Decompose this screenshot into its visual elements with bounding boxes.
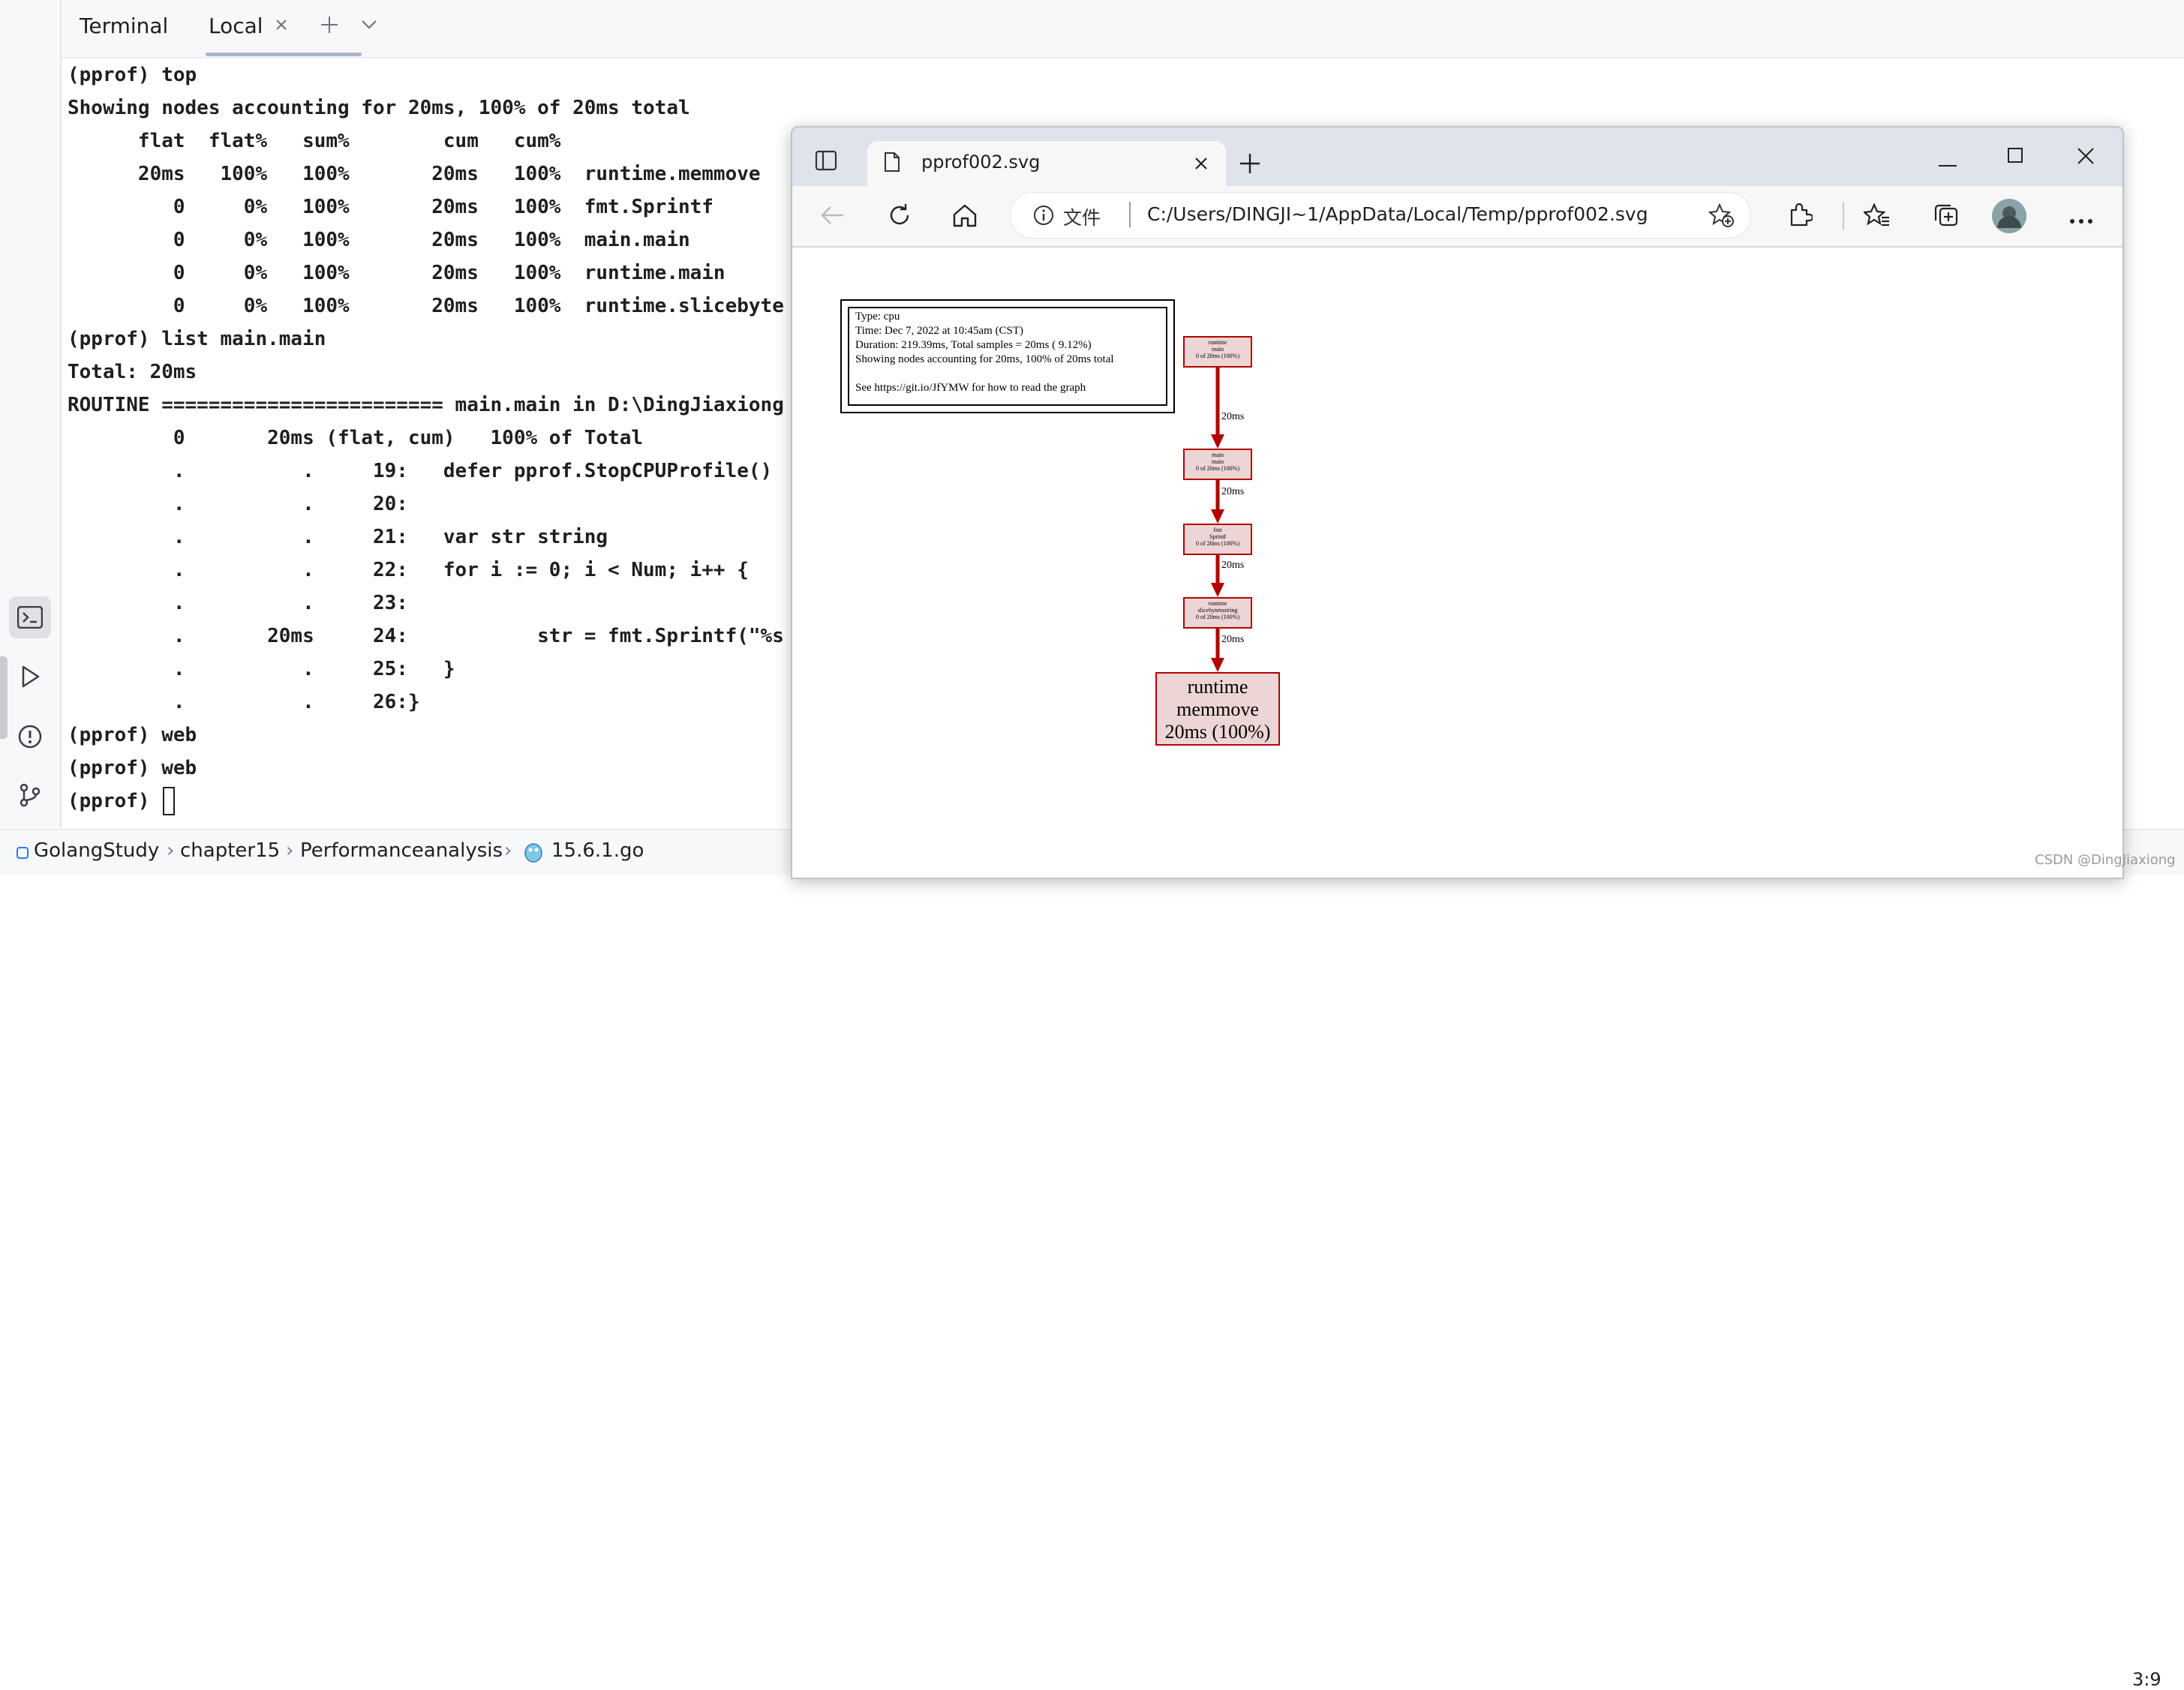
browser-toolbar: 文件 C:/Users/DINGJI~1/AppData/Local/Temp/… bbox=[792, 186, 2122, 248]
breadcrumb-project[interactable]: GolangStudy bbox=[34, 839, 159, 862]
new-tab-icon[interactable] bbox=[1238, 152, 1262, 179]
terminal-line: 0 0% 100% 20ms 100% main.main bbox=[68, 229, 690, 251]
extensions-icon[interactable] bbox=[1787, 203, 1814, 231]
collections-icon[interactable] bbox=[1933, 203, 1960, 231]
go-file-icon bbox=[523, 841, 544, 866]
close-icon[interactable] bbox=[273, 17, 290, 36]
graph-node-runtime-main[interactable]: runtime main 0 of 20ms (100%) bbox=[1183, 336, 1252, 368]
terminal-line: . . 23: bbox=[68, 592, 408, 614]
terminal-cursor[interactable] bbox=[163, 787, 175, 815]
edge-label: 20ms bbox=[1221, 411, 1245, 422]
git-tool-button[interactable] bbox=[9, 774, 51, 816]
terminal-line: 0 0% 100% 20ms 100% runtime.slicebyte bbox=[68, 295, 784, 317]
edge-label: 20ms bbox=[1221, 634, 1245, 645]
terminal-tool-button[interactable] bbox=[9, 596, 51, 638]
maximize-icon[interactable] bbox=[2007, 147, 2023, 167]
terminal-line: flat flat% sum% cum cum% bbox=[68, 130, 561, 152]
cursor-position[interactable]: 3:9 bbox=[2132, 1669, 2161, 1690]
graph-node-runtime-memmove[interactable]: runtime memmove 20ms (100%) bbox=[1155, 672, 1280, 746]
terminal-line: . . 21: var str string bbox=[68, 526, 608, 548]
terminal-line: (pprof) web bbox=[68, 757, 197, 779]
breadcrumb-file[interactable]: 15.6.1.go bbox=[551, 839, 644, 862]
edge-runtime-main-to-main-main bbox=[1211, 368, 1224, 449]
git-branch-icon bbox=[20, 783, 41, 807]
terminal-icon bbox=[17, 606, 43, 629]
terminal-line: . . 22: for i := 0; i < Num; i++ { bbox=[68, 559, 749, 581]
address-url[interactable]: C:/Users/DINGJI~1/AppData/Local/Temp/ppr… bbox=[1147, 203, 1648, 225]
graph-node-runtime-slicebytetostring[interactable]: runtime slicebytetostring 0 of 20ms (100… bbox=[1183, 597, 1252, 629]
tool-strip bbox=[0, 0, 62, 829]
breadcrumb-folder[interactable]: chapter15 bbox=[180, 839, 280, 862]
terminal-line: Showing nodes accounting for 20ms, 100% … bbox=[68, 97, 690, 119]
terminal-line: 0 20ms (flat, cum) 100% of Total bbox=[68, 427, 644, 449]
svg-graph-view: Type: cpu Time: Dec 7, 2022 at 10:45am (… bbox=[792, 248, 2122, 878]
address-bar[interactable]: 文件 C:/Users/DINGJI~1/AppData/Local/Temp/… bbox=[1010, 192, 1751, 239]
scroll-marker bbox=[0, 656, 8, 739]
graph-node-fmt-sprintf[interactable]: fmt Sprintf 0 of 20ms (100%) bbox=[1183, 524, 1252, 555]
terminal-line: ROUTINE ======================== main.ma… bbox=[68, 394, 784, 416]
edge-label: 20ms bbox=[1221, 560, 1245, 571]
address-prefix: 文件 bbox=[1063, 207, 1101, 229]
tab-local[interactable]: Local bbox=[209, 14, 263, 38]
terminal-line: . . 25: } bbox=[68, 658, 455, 680]
close-window-icon[interactable] bbox=[2077, 147, 2095, 168]
terminal-line: (pprof) list main.main bbox=[68, 328, 326, 350]
browser-tab[interactable]: pprof002.svg bbox=[867, 141, 1226, 188]
browser-title-bar: pprof002.svg bbox=[792, 128, 2122, 188]
add-favorite-icon[interactable] bbox=[1708, 203, 1734, 230]
avatar[interactable] bbox=[1991, 198, 2027, 237]
sidebar-toggle-icon[interactable] bbox=[815, 150, 837, 174]
info-icon[interactable] bbox=[1033, 205, 1054, 229]
add-tab-icon[interactable] bbox=[318, 14, 341, 39]
terminal-line: Total: 20ms bbox=[68, 361, 197, 383]
terminal-line: (pprof) top bbox=[68, 64, 197, 86]
graph-node-main-main[interactable]: main main 0 of 20ms (100%) bbox=[1183, 449, 1252, 480]
terminal-line: 20ms 100% 100% 20ms 100% runtime.memmove bbox=[68, 163, 761, 185]
more-options-icon[interactable] bbox=[2069, 213, 2093, 227]
tool-window-title: Terminal bbox=[80, 14, 169, 38]
terminal-line: . . 19: defer pprof.StopCPUProfile() bbox=[68, 460, 773, 482]
terminal-line: 0 0% 100% 20ms 100% runtime.main bbox=[68, 262, 725, 284]
minimize-icon[interactable] bbox=[1939, 156, 1957, 170]
browser-tab-title: pprof002.svg bbox=[921, 152, 1041, 173]
breadcrumb-subfolder[interactable]: Performanceanalysis bbox=[300, 839, 503, 862]
project-icon bbox=[17, 847, 29, 862]
close-tab-icon[interactable] bbox=[1193, 155, 1209, 175]
home-icon[interactable] bbox=[951, 203, 978, 231]
browser-window: pprof002.svg 文件 C:/Users/DINGJI~1/AppDat… bbox=[791, 126, 2124, 879]
graph-edges bbox=[1211, 368, 1224, 672]
active-tab-indicator bbox=[206, 53, 362, 56]
chevron-down-icon[interactable] bbox=[360, 18, 378, 35]
run-tool-button[interactable] bbox=[9, 656, 51, 698]
refresh-icon[interactable] bbox=[887, 203, 912, 231]
edge-label: 20ms bbox=[1221, 486, 1245, 497]
terminal-line: (pprof) web bbox=[68, 724, 197, 746]
back-icon[interactable] bbox=[819, 204, 845, 230]
address-divider bbox=[1129, 202, 1131, 227]
terminal-line: . 20ms 24: str = fmt.Sprintf("%s bbox=[68, 625, 784, 647]
toolbar-divider bbox=[1843, 203, 1844, 230]
favorites-icon[interactable] bbox=[1862, 203, 1891, 231]
terminal-line: . . 26:} bbox=[68, 691, 420, 713]
terminal-line: (pprof) bbox=[68, 790, 162, 812]
file-icon bbox=[884, 152, 900, 176]
terminal-tab-bar: Terminal Local bbox=[62, 0, 2184, 59]
problems-tool-button[interactable] bbox=[9, 716, 51, 758]
terminal-line: . . 20: bbox=[68, 493, 408, 515]
problems-icon bbox=[18, 725, 42, 749]
terminal-line: 0 0% 100% 20ms 100% fmt.Sprintf bbox=[68, 196, 713, 218]
run-icon bbox=[22, 665, 40, 688]
watermark: CSDN @DingJiaxiong bbox=[2035, 852, 2176, 868]
